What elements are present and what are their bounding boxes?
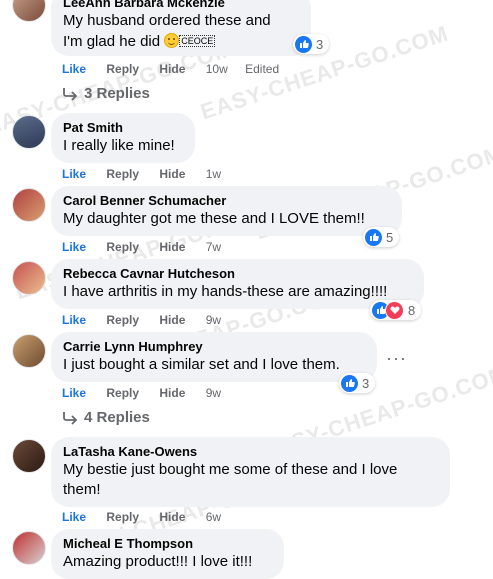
reaction-count: 5: [386, 229, 394, 245]
reaction-summary[interactable]: 3: [293, 34, 330, 54]
edited-label[interactable]: Edited: [245, 62, 279, 76]
comment-bubble: Pat Smith I really like mine!: [51, 113, 195, 163]
comment-text: I really like mine!: [63, 137, 175, 154]
comment-bubble: LeeAnn Barbara Mckenzie My husband order…: [51, 0, 311, 56]
comment-timestamp[interactable]: 6w: [206, 510, 221, 524]
comment-timestamp[interactable]: 7w: [206, 240, 221, 254]
emoji-glyph-box: CEOCE: [179, 35, 216, 47]
reaction-count: 3: [362, 375, 370, 391]
like-button[interactable]: Like: [62, 386, 86, 400]
avatar[interactable]: [12, 334, 46, 368]
hide-button[interactable]: Hide: [159, 240, 185, 254]
reaction-summary[interactable]: 8: [370, 300, 422, 320]
reply-button[interactable]: Reply: [106, 510, 139, 524]
comment-text: I have arthritis in my hands-these are a…: [63, 283, 388, 300]
reply-button[interactable]: Reply: [106, 62, 139, 76]
comment-actions: Like Reply Hide 10w Edited: [62, 61, 296, 77]
comment-bubble: Rebecca Cavnar Hutcheson I have arthriti…: [51, 259, 424, 309]
comment-text-line: I'm glad he did: [63, 33, 161, 50]
comment-author[interactable]: Pat Smith: [63, 120, 183, 136]
view-replies-link[interactable]: 3 Replies: [62, 84, 150, 104]
reply-button[interactable]: Reply: [106, 167, 139, 181]
like-reaction-icon: [365, 228, 382, 246]
like-reaction-icon: [295, 35, 312, 53]
reaction-summary[interactable]: 5: [363, 227, 400, 247]
comment-actions: Like Reply Hide 1w: [62, 166, 235, 182]
replies-count: 4 Replies: [84, 409, 150, 426]
reply-button[interactable]: Reply: [106, 240, 139, 254]
comment-text: My husband ordered these and: [63, 12, 271, 29]
comment-text: My bestie just bought me some of these a…: [63, 461, 398, 478]
avatar[interactable]: [12, 188, 46, 222]
hide-button[interactable]: Hide: [159, 386, 185, 400]
reaction-count: 8: [408, 302, 416, 318]
comment-author[interactable]: Micheal E Thompson: [63, 536, 272, 552]
like-reaction-icon: [341, 374, 358, 392]
view-replies-link[interactable]: 4 Replies: [62, 408, 150, 428]
comment-bubble: Micheal E Thompson Amazing product!!! I …: [51, 529, 284, 579]
comment-author[interactable]: Carrie Lynn Humphrey: [63, 339, 365, 355]
reaction-count: 3: [316, 36, 324, 52]
comment-timestamp[interactable]: 9w: [206, 313, 221, 327]
like-button[interactable]: Like: [62, 62, 86, 76]
comment-actions: Like Reply Hide 7w: [62, 239, 235, 255]
avatar[interactable]: [12, 439, 46, 473]
comment-actions: Like Reply Hide 6w: [62, 509, 235, 525]
comment-text: them!: [63, 481, 101, 498]
comment-timestamp[interactable]: 9w: [206, 386, 221, 400]
more-options-button[interactable]: ···: [386, 349, 407, 367]
avatar[interactable]: [12, 531, 46, 565]
hide-button[interactable]: Hide: [159, 167, 185, 181]
comment-author[interactable]: Rebecca Cavnar Hutcheson: [63, 266, 412, 282]
hide-button[interactable]: Hide: [159, 510, 185, 524]
comment-timestamp[interactable]: 1w: [206, 167, 221, 181]
avatar[interactable]: [12, 0, 46, 22]
replies-count: 3 Replies: [84, 85, 150, 102]
reply-arrow-icon: [63, 412, 78, 425]
reply-arrow-icon: [63, 88, 78, 101]
hide-button[interactable]: Hide: [159, 313, 185, 327]
avatar[interactable]: [12, 261, 46, 295]
like-button[interactable]: Like: [62, 510, 86, 524]
comment-text: My daughter got me these and I LOVE them…: [63, 210, 365, 227]
avatar[interactable]: [12, 115, 46, 149]
like-button[interactable]: Like: [62, 313, 86, 327]
love-reaction-icon: [385, 300, 404, 320]
comment-bubble: Carol Benner Schumacher My daughter got …: [51, 186, 402, 236]
comment-text: I just bought a similar set and I love t…: [63, 356, 340, 373]
reply-button[interactable]: Reply: [106, 313, 139, 327]
reaction-summary[interactable]: 3: [339, 373, 376, 393]
comment-bubble: LaTasha Kane-Owens My bestie just bought…: [51, 437, 450, 507]
comment-author[interactable]: LaTasha Kane-Owens: [63, 444, 438, 460]
comment-timestamp[interactable]: 10w: [206, 62, 228, 76]
like-button[interactable]: Like: [62, 240, 86, 254]
hide-button[interactable]: Hide: [159, 62, 185, 76]
smiley-emoji-icon: [164, 33, 180, 48]
comment-actions: Like Reply Hide 9w: [62, 385, 235, 401]
comment-actions: Like Reply Hide 9w: [62, 312, 235, 328]
comment-bubble: Carrie Lynn Humphrey I just bought a sim…: [51, 332, 377, 382]
comment-text: Amazing product!!! I love it!!!: [63, 553, 253, 570]
comment-author[interactable]: LeeAnn Barbara Mckenzie: [63, 0, 299, 11]
comment-author[interactable]: Carol Benner Schumacher: [63, 193, 390, 209]
like-button[interactable]: Like: [62, 167, 86, 181]
comment-text: I'm glad he did CEOCE: [63, 31, 299, 52]
reply-button[interactable]: Reply: [106, 386, 139, 400]
